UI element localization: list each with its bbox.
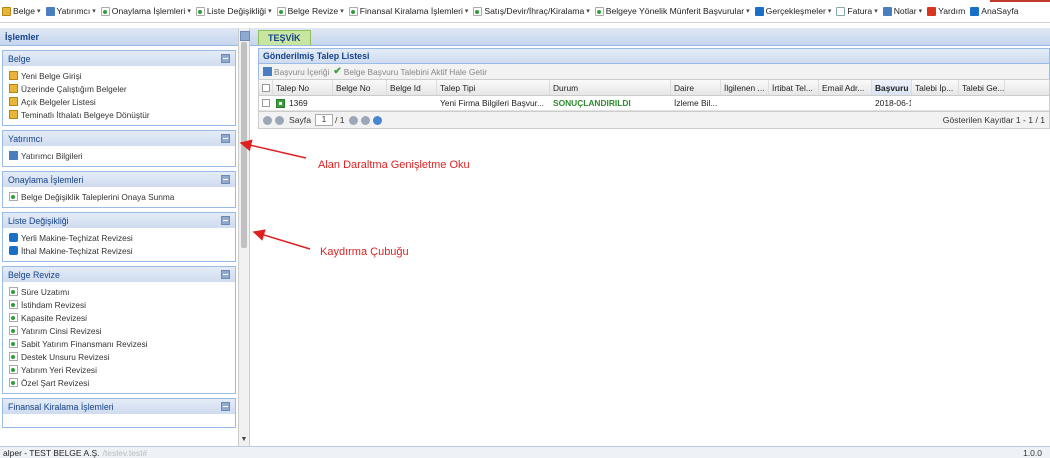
page-url: /teslev.test# <box>102 447 148 458</box>
collapse-annotation-text: Alan Daraltma Genişletme Oku <box>318 159 470 171</box>
scrollbar-annotation-text: Kaydırma Çubuğu <box>320 246 409 258</box>
scrollbar-annotation-arrow <box>252 229 311 250</box>
annotation-arrows <box>239 139 311 250</box>
status-bar: alper - TEST BELGE A.Ş. /teslev.test# 1.… <box>0 446 1050 458</box>
collapse-annotation-arrow <box>239 139 307 159</box>
version-label: 1.0.0 <box>1023 447 1042 458</box>
user-info: alper - TEST BELGE A.Ş. <box>3 447 100 458</box>
